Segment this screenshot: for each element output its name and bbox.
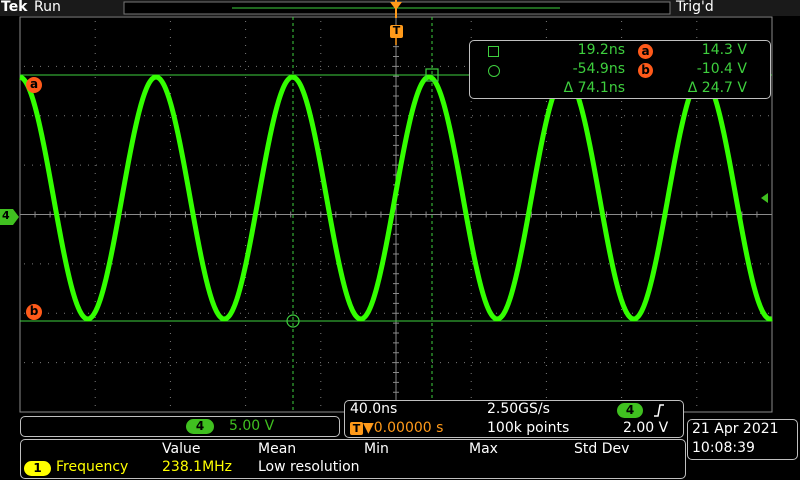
horizontal-trigger-panel[interactable]: 40.0ns 2.50GS/s 4 T ▼0.00000 s 100k poin… — [344, 400, 684, 438]
sample-rate: 2.50GS/s — [487, 401, 550, 417]
channel-4-ground-label: 4 — [2, 209, 10, 222]
cursor-time-delta-value: Δ 74.1ns — [563, 80, 625, 96]
brand-logo: Tek — [1, 0, 28, 15]
meas-header-max: Max — [469, 441, 498, 457]
meas-note: Low resolution — [258, 459, 360, 475]
cursor-a-marker[interactable]: a — [26, 77, 42, 93]
trigger-marker-label: T — [392, 24, 401, 37]
meas-header-mean: Mean — [258, 441, 297, 457]
meas-value: 238.1MHz — [162, 459, 233, 475]
record-length: 100k points — [487, 420, 570, 436]
cursor-time-b-value: -54.9ns — [572, 61, 625, 77]
meas-name: Frequency — [56, 459, 129, 475]
cursor-volt-b-value: -10.4 V — [696, 61, 747, 77]
meas-source-badge: 1 — [24, 461, 51, 476]
trigger-level: 2.00 V — [623, 420, 669, 436]
trigger-status: Trig'd — [676, 0, 714, 15]
cursor-a-volt-badge: a — [638, 44, 653, 59]
cursor-volt-delta-value: Δ 24.7 V — [687, 80, 747, 96]
meas-header-min: Min — [364, 441, 389, 457]
rising-edge-icon — [654, 404, 664, 417]
channel-4-scale-panel[interactable]: 4 5.00 V — [20, 416, 340, 437]
cursor-volt-a-value: 14.3 V — [701, 42, 747, 58]
cursor-time-a-value: 19.2ns — [577, 42, 625, 58]
measurements-panel[interactable]: Value Mean Min Max Std Dev 1 Frequency 2… — [20, 439, 686, 479]
channel-4-badge: 4 — [186, 419, 214, 434]
cursor-readout-panel[interactable]: 19.2ns -54.9ns Δ 74.1ns a b 14.3 V -10.4… — [469, 40, 771, 99]
time-display: 10:08:39 — [692, 440, 755, 456]
meas-header-stddev: Std Dev — [574, 441, 630, 457]
trigger-source-badge: 4 — [617, 403, 643, 418]
datetime-panel: 21 Apr 2021 10:08:39 — [687, 419, 798, 460]
meas-header-value: Value — [162, 441, 201, 457]
date-display: 21 Apr 2021 — [692, 421, 779, 437]
acquisition-state[interactable]: Run — [34, 0, 61, 15]
cursor-b-volt-badge: b — [638, 63, 653, 78]
trigger-level-arrow-icon[interactable] — [761, 193, 768, 203]
cursor-square-icon — [488, 46, 499, 57]
trigger-position-icon: T — [350, 422, 363, 435]
channel-4-volts-per-div: 5.00 V — [229, 418, 275, 434]
cursor-circle-icon — [488, 65, 500, 77]
cursor-b-marker[interactable]: b — [26, 304, 42, 320]
time-per-div: 40.0ns — [350, 401, 398, 417]
trigger-position-value: ▼0.00000 s — [363, 420, 444, 436]
